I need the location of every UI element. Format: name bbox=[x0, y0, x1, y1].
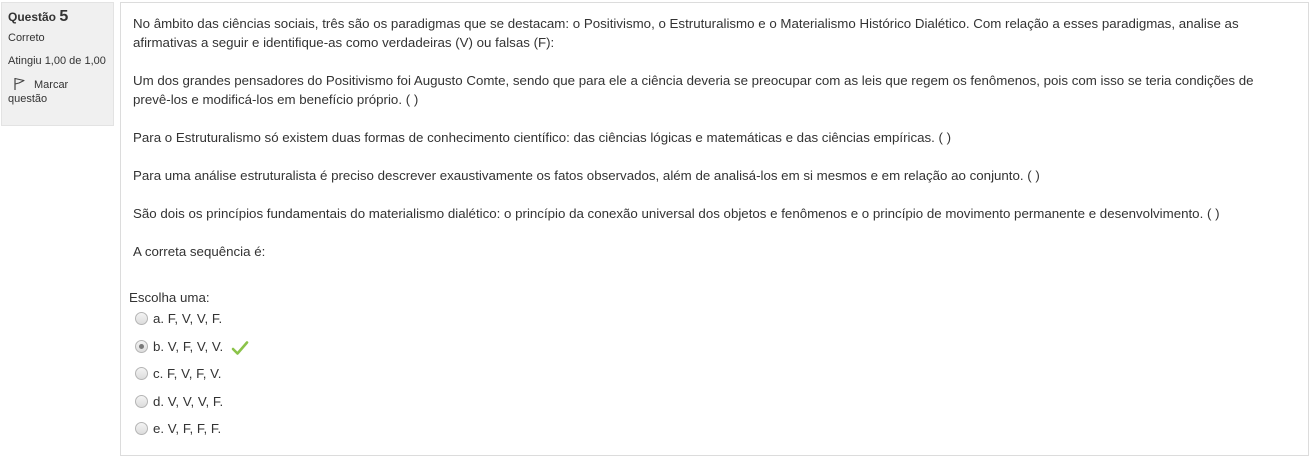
flag-icon[interactable] bbox=[12, 77, 26, 91]
question-state: Correto bbox=[8, 32, 45, 44]
question-text: No âmbito das ciências sociais, três são… bbox=[133, 14, 1293, 280]
option-d[interactable]: d. V, V, V, F. bbox=[129, 393, 729, 421]
option-b-label[interactable]: b. V, F, V, V. bbox=[153, 339, 223, 354]
option-e-radio[interactable] bbox=[135, 422, 148, 435]
option-e[interactable]: e. V, F, F, F. bbox=[129, 420, 729, 448]
option-d-label[interactable]: d. V, V, V, F. bbox=[153, 394, 223, 409]
question-closing: A correta sequência é: bbox=[133, 244, 266, 259]
option-d-radio[interactable] bbox=[135, 394, 148, 408]
statement-3: Para uma análise estruturalista é precis… bbox=[133, 168, 1040, 183]
answer-prompt: Escolha uma: bbox=[129, 290, 210, 305]
question-label: Questão bbox=[8, 10, 57, 24]
question-intro: No âmbito das ciências sociais, três são… bbox=[133, 16, 1239, 50]
question-number: 5 bbox=[59, 8, 69, 25]
statement-4: São dois os princípios fundamentais do m… bbox=[133, 206, 1220, 221]
option-c-radio[interactable] bbox=[135, 367, 148, 380]
flag-question-button[interactable]: Marcar questão bbox=[8, 77, 107, 106]
option-e-label[interactable]: e. V, F, F, F. bbox=[153, 421, 221, 436]
option-b[interactable]: b. V, F, V, V. bbox=[129, 338, 729, 366]
statement-1: Um dos grandes pensadores do Positivismo… bbox=[133, 73, 1254, 107]
answer-block: Escolha uma: a. F, V, V, F. b. V, F, V, … bbox=[129, 288, 729, 448]
option-a-radio[interactable] bbox=[135, 312, 148, 325]
option-b-radio[interactable] bbox=[135, 339, 148, 353]
question-content: No âmbito das ciências sociais, três são… bbox=[120, 2, 1309, 456]
question-grade: Atingiu 1,00 de 1,00 bbox=[8, 55, 106, 67]
question-info-panel: Questão 5 Correto Atingiu 1,00 de 1,00 M… bbox=[1, 2, 114, 126]
option-c-label[interactable]: c. F, V, F, V. bbox=[153, 366, 222, 381]
option-c[interactable]: c. F, V, F, V. bbox=[129, 365, 729, 393]
question-title: Questão 5 bbox=[8, 8, 107, 26]
correct-check-icon bbox=[231, 340, 249, 356]
option-a-label[interactable]: a. F, V, V, F. bbox=[153, 311, 222, 326]
statement-2: Para o Estruturalismo só existem duas fo… bbox=[133, 130, 952, 145]
option-a[interactable]: a. F, V, V, F. bbox=[129, 310, 729, 338]
